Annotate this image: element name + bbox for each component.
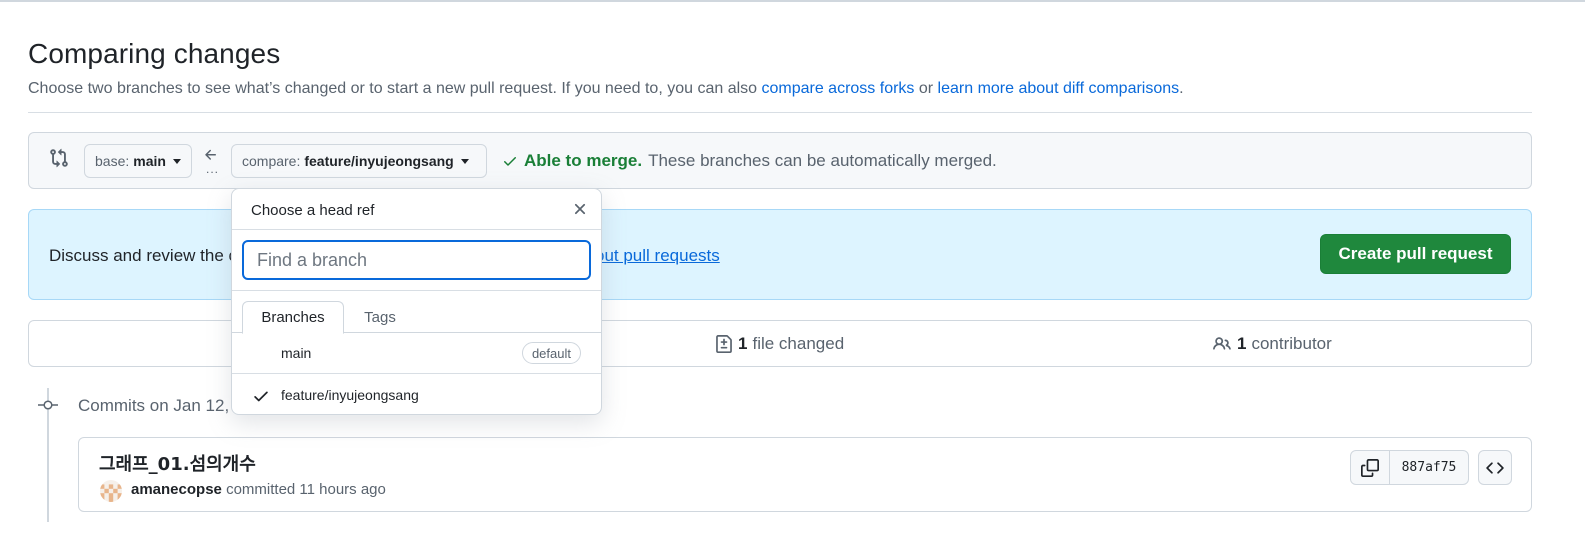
learn-diff-comparisons-link[interactable]: learn more about diff comparisons bbox=[938, 80, 1180, 97]
arrow-left-icon bbox=[205, 149, 216, 160]
base-branch-name: main bbox=[133, 153, 166, 169]
commit-message-link[interactable]: 그래프_01.섬의개수 bbox=[99, 450, 256, 476]
chevron-down-icon bbox=[172, 158, 181, 164]
merge-detail-text: These branches can be automatically merg… bbox=[648, 151, 997, 170]
compare-across-forks-link[interactable]: compare across forks bbox=[761, 80, 914, 97]
branch-filter-input[interactable] bbox=[242, 240, 591, 280]
compare-dots: ... bbox=[206, 162, 220, 176]
dropdown-header: Choose a head ref bbox=[232, 189, 601, 230]
commit-time: committed 11 hours ago bbox=[226, 481, 386, 498]
merge-ok-text: Able to merge. bbox=[524, 151, 643, 170]
copy-sha-button[interactable] bbox=[1351, 451, 1390, 484]
create-pull-request-button[interactable]: Create pull request bbox=[1320, 234, 1511, 274]
commit-item: 그래프_01.섬의개수 amanecopse committed 11 hour… bbox=[78, 437, 1532, 512]
branch-item-main[interactable]: main default bbox=[232, 333, 601, 374]
commit-sha-link[interactable]: 887af75 bbox=[1390, 451, 1468, 484]
check-icon bbox=[254, 391, 268, 402]
compare-branch-name: feature/inyujeongsang bbox=[304, 153, 454, 169]
filter-wrapper bbox=[232, 230, 601, 291]
code-icon bbox=[1486, 461, 1504, 474]
contributors-stat[interactable]: 1 contributor bbox=[1212, 334, 1332, 354]
branch-item-feature[interactable]: feature/inyujeongsang bbox=[232, 375, 601, 416]
default-badge: default bbox=[521, 342, 581, 364]
merge-status: Able to merge. These branches can be aut… bbox=[502, 151, 997, 171]
page-title: Comparing changes bbox=[28, 38, 281, 69]
contributors-label: contributor bbox=[1251, 334, 1332, 353]
base-prefix: base: bbox=[95, 153, 130, 169]
close-icon[interactable] bbox=[571, 200, 589, 218]
banner-text: Discuss and review the c bbox=[49, 246, 238, 265]
learn-pull-requests-link[interactable]: out pull requests bbox=[595, 246, 720, 266]
commit-author-link[interactable]: amanecopse bbox=[131, 481, 222, 498]
subtitle-end: . bbox=[1179, 80, 1184, 97]
git-compare-icon bbox=[50, 148, 68, 168]
branch-item-label: main bbox=[281, 345, 312, 361]
identicon-icon bbox=[100, 480, 122, 502]
dropdown-title: Choose a head ref bbox=[251, 202, 375, 219]
commits-date-heading: Commits on Jan 12, bbox=[78, 396, 230, 415]
commit-meta: amanecopse committed 11 hours ago bbox=[131, 481, 386, 498]
compare-branch-button[interactable]: compare: feature/inyujeongsang bbox=[231, 144, 487, 178]
browse-code-button[interactable] bbox=[1478, 450, 1512, 485]
tab-branches[interactable]: Branches bbox=[242, 301, 344, 334]
divider bbox=[28, 112, 1532, 113]
base-branch-button[interactable]: base: main bbox=[84, 144, 192, 178]
contributors-count: 1 bbox=[1237, 334, 1247, 353]
compare-prefix: compare: bbox=[242, 153, 301, 169]
avatar[interactable] bbox=[100, 480, 122, 502]
git-commit-icon bbox=[38, 400, 58, 410]
people-icon bbox=[1213, 337, 1231, 350]
ref-tabs: Branches Tags bbox=[232, 291, 601, 334]
commit-sha-group: 887af75 bbox=[1350, 450, 1469, 485]
files-count: 1 bbox=[738, 334, 748, 353]
check-icon bbox=[504, 157, 516, 166]
chevron-down-icon bbox=[460, 158, 469, 164]
copy-icon bbox=[1361, 458, 1379, 477]
top-border bbox=[0, 0, 1585, 2]
subtitle-or: or bbox=[914, 80, 938, 97]
files-label: file changed bbox=[752, 334, 845, 353]
range-editor: base: main ... compare: feature/inyujeon… bbox=[28, 132, 1532, 189]
page-subtitle: Choose two branches to see what’s change… bbox=[28, 80, 1184, 98]
branch-item-label: feature/inyujeongsang bbox=[281, 387, 419, 403]
files-changed-stat[interactable]: 1 file changed bbox=[715, 334, 844, 354]
tab-tags[interactable]: Tags bbox=[350, 301, 410, 334]
file-diff-icon bbox=[716, 335, 732, 353]
subtitle-text: Choose two branches to see what’s change… bbox=[28, 80, 762, 97]
head-ref-dropdown: Choose a head ref Branches Tags main def… bbox=[231, 188, 602, 415]
